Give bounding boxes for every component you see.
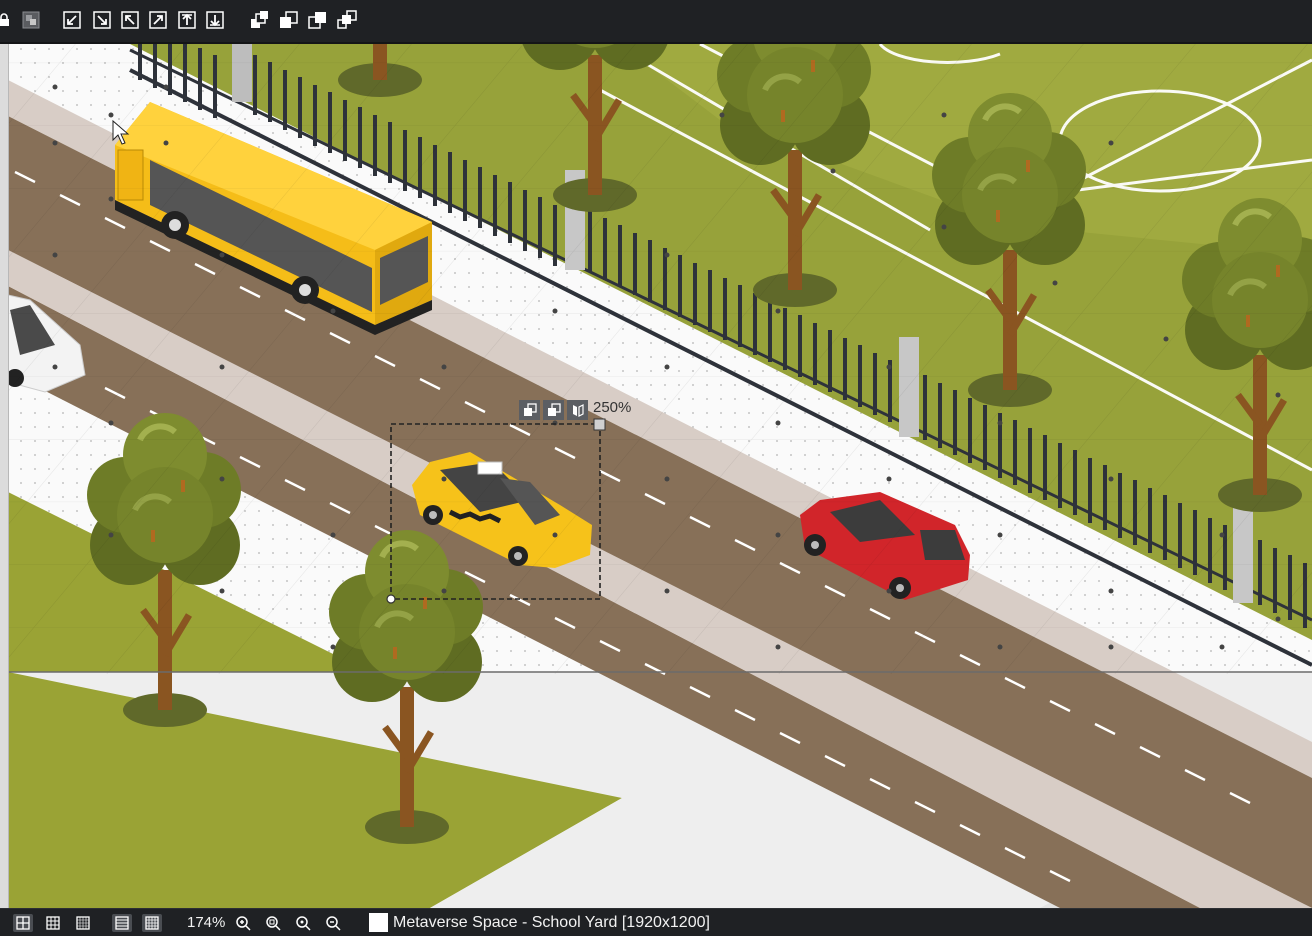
send-backward-icon[interactable] bbox=[308, 10, 328, 30]
mirror-icon[interactable] bbox=[567, 400, 588, 420]
grid-view-icon[interactable] bbox=[13, 914, 33, 932]
left-ruler bbox=[0, 44, 9, 908]
zoom-fit-icon[interactable] bbox=[263, 914, 283, 932]
scene-svg bbox=[0, 44, 1312, 908]
bring-forward-icon[interactable] bbox=[279, 10, 299, 30]
scene-canvas[interactable]: 250% bbox=[0, 44, 1312, 908]
flip-horizontal-icon[interactable] bbox=[519, 400, 540, 420]
lock-icon[interactable] bbox=[0, 10, 14, 30]
zoom-level: 174% bbox=[187, 914, 226, 931]
layer-toggle-icon[interactable] bbox=[21, 10, 41, 30]
space-color-swatch[interactable] bbox=[369, 913, 388, 932]
flip-vertical-icon[interactable] bbox=[543, 400, 564, 420]
grid-fine-icon[interactable] bbox=[112, 914, 132, 932]
send-to-back-icon[interactable] bbox=[337, 10, 357, 30]
grid-dots-icon[interactable] bbox=[73, 914, 93, 932]
grid-dense-icon[interactable] bbox=[142, 914, 162, 932]
align-top-right-icon[interactable] bbox=[148, 10, 168, 30]
top-toolbar bbox=[0, 0, 1312, 44]
align-top-left-icon[interactable] bbox=[120, 10, 140, 30]
zoom-actual-icon[interactable] bbox=[293, 914, 313, 932]
align-bottom-right-icon[interactable] bbox=[92, 10, 112, 30]
zoom-in-icon[interactable] bbox=[233, 914, 253, 932]
zoom-out-icon[interactable] bbox=[323, 914, 343, 932]
move-up-icon[interactable] bbox=[177, 10, 197, 30]
status-bar: 174% Metaverse Space - School Yard [1920… bbox=[0, 908, 1312, 936]
bring-to-front-icon[interactable] bbox=[250, 10, 270, 30]
grid-small-icon[interactable] bbox=[43, 914, 63, 932]
move-down-icon[interactable] bbox=[205, 10, 225, 30]
align-bottom-left-icon[interactable] bbox=[62, 10, 82, 30]
selection-toolbar bbox=[519, 400, 591, 420]
space-title: Metaverse Space - School Yard [1920x1200… bbox=[393, 914, 710, 931]
selection-scale-label: 250% bbox=[593, 399, 632, 416]
